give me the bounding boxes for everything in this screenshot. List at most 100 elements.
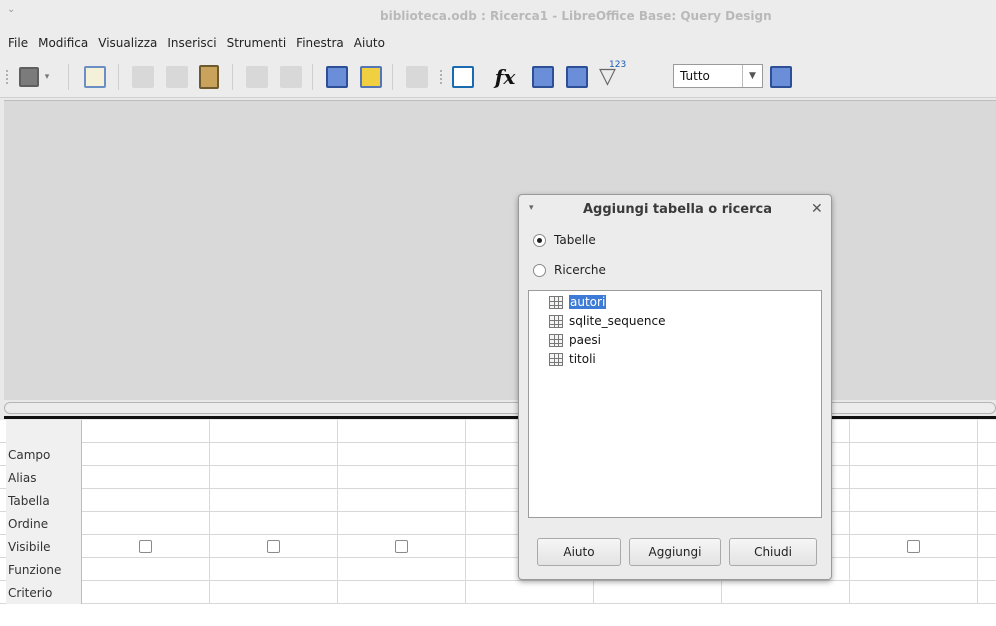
grid-cell[interactable] [338,443,466,466]
redo-icon [280,66,302,88]
toolbar-separator [232,64,233,90]
chevron-down-icon[interactable]: ▼ [742,65,762,87]
visible-checkbox[interactable] [267,540,280,553]
window-title: biblioteca.odb : Ricerca1 - LibreOffice … [380,9,772,23]
grid-cell[interactable] [466,581,594,604]
redo-button[interactable] [276,62,306,92]
copy-button[interactable] [162,62,192,92]
table-icon [549,333,563,347]
grid-cell[interactable] [722,581,850,604]
list-item-label: autori [569,295,607,309]
grid-cell[interactable] [338,420,466,443]
table-list[interactable]: autori sqlite_sequence paesi titoli [528,290,822,518]
list-item-sqlite-sequence[interactable]: sqlite_sequence [549,312,665,330]
grid-cell[interactable] [82,581,210,604]
menu-modifica[interactable]: Modifica [38,36,88,50]
add-table-button[interactable] [448,62,478,92]
grid-cell[interactable] [82,420,210,443]
clear-query-button[interactable] [402,62,432,92]
list-item-paesi[interactable]: paesi [549,331,601,349]
close-button[interactable]: Chiudi [729,538,817,566]
grid-cell[interactable] [338,581,466,604]
grid-cell[interactable] [338,466,466,489]
radio-queries[interactable]: Ricerche [533,261,733,279]
title-bar: ⌄ biblioteca.odb : Ricerca1 - LibreOffic… [0,0,996,30]
grid-cell[interactable] [338,558,466,581]
toolbar-grip-icon[interactable] [440,70,443,84]
grid-cell[interactable] [850,489,978,512]
list-item-titoli[interactable]: titoli [549,350,596,368]
grid-cell[interactable] [82,558,210,581]
cut-button[interactable] [128,62,158,92]
grid-row-funzione: Funzione [0,558,996,581]
help-button[interactable]: Aiuto [537,538,621,566]
sql-view-button[interactable] [766,62,796,92]
undo-button[interactable] [242,62,272,92]
grid-cell[interactable] [210,558,338,581]
grid-cell[interactable] [82,443,210,466]
menu-inserisci[interactable]: Inserisci [167,36,216,50]
grid-cell[interactable] [210,466,338,489]
grid-cell[interactable] [82,489,210,512]
functions-button[interactable]: fx [490,62,520,92]
grid-cell[interactable] [850,512,978,535]
grid-cell[interactable] [210,489,338,512]
dialog-menu-icon[interactable]: ▾ [529,203,534,213]
visible-checkbox[interactable] [395,540,408,553]
dialog-title-bar[interactable]: ▾ Aggiungi tabella o ricerca ✕ [519,195,831,225]
grid-cell[interactable] [594,581,722,604]
radio-tables[interactable]: Tabelle [533,231,733,249]
grid-cell[interactable] [210,420,338,443]
grid-cell[interactable] [338,489,466,512]
menu-visualizza[interactable]: Visualizza [98,36,157,50]
grid-cell [210,535,338,558]
edit-mode-button[interactable] [80,62,110,92]
grid-cell[interactable] [850,420,978,443]
toolbar: ▾ fx ▽ 123 [0,56,996,98]
grid-cell[interactable] [210,443,338,466]
menu-file[interactable]: File [8,36,28,50]
grid-cell[interactable] [850,466,978,489]
table-names-button[interactable] [528,62,558,92]
alias-button[interactable] [562,62,592,92]
list-item-label: sqlite_sequence [569,314,666,328]
grid-cell[interactable] [850,558,978,581]
design-view-button[interactable] [356,62,386,92]
list-item-autori[interactable]: autori [549,293,607,311]
list-item-label: paesi [569,333,601,347]
grid-cell[interactable] [850,443,978,466]
dialog-title: Aggiungi tabella o ricerca [583,202,772,217]
grid-cell[interactable] [338,512,466,535]
grid-cell[interactable] [82,466,210,489]
paste-button[interactable] [194,62,224,92]
grid-cell[interactable] [210,581,338,604]
grid-row-visibile: Visibile [0,535,996,558]
row-label: Criterio [6,581,82,604]
grid-cell[interactable] [850,581,978,604]
distinct-values-button[interactable]: ▽ 123 [596,60,627,92]
visible-checkbox[interactable] [139,540,152,553]
grid-cell[interactable] [210,512,338,535]
row-label: Ordine [6,512,82,535]
toolbar-grip-icon[interactable] [6,70,9,84]
table-design-pane[interactable] [4,100,996,400]
run-query-button[interactable] [322,62,352,92]
radio-queries-indicator[interactable] [533,263,546,277]
limit-combo[interactable]: Tutto ▼ [673,64,763,88]
visible-checkbox[interactable] [907,540,920,553]
close-icon[interactable]: ✕ [811,201,823,217]
pane-splitter[interactable] [4,402,996,414]
save-dropdown-icon[interactable]: ▾ [40,62,54,92]
window-menu-icon[interactable]: ⌄ [7,4,15,15]
menu-strumenti[interactable]: Strumenti [227,36,287,50]
add-button[interactable]: Aggiungi [629,538,721,566]
add-table-dialog: ▾ Aggiungi tabella o ricerca ✕ Tabelle R… [518,194,832,580]
radio-tables-indicator[interactable] [533,233,546,247]
menu-finestra[interactable]: Finestra [296,36,344,50]
funnel-badge: 123 [609,60,627,70]
menu-aiuto[interactable]: Aiuto [354,36,385,50]
grid-cell[interactable] [82,512,210,535]
radio-queries-label: Ricerche [554,263,606,277]
grid-cell [850,535,978,558]
grid-row-alias: Alias [0,466,996,489]
